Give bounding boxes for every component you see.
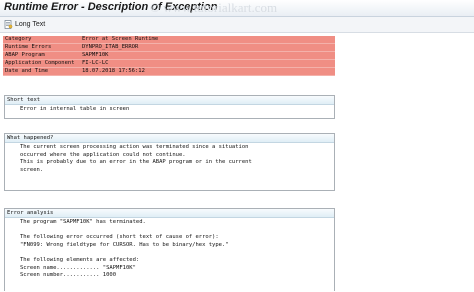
section-line: This is probably due to an error in the … <box>20 159 252 166</box>
title-bar: Runtime Error - Description of Exception… <box>0 0 474 17</box>
section-line: "FN099: Wrong fieldtype for CURSOR. Has … <box>20 241 229 248</box>
watermark: © www.tutorialkart.com <box>150 0 278 15</box>
section-line: screen. <box>20 166 44 173</box>
table-row: Category Error at Screen Runtime <box>3 36 335 44</box>
error-analysis-section: Error analysis The program "SAPMF10K" ha… <box>4 208 335 291</box>
long-text-icon <box>4 20 13 29</box>
table-row: Application Component FI-LC-LC <box>3 59 335 68</box>
header-label: ABAP Program <box>3 51 80 60</box>
header-value: 18.07.2018 17:56:12 <box>80 67 335 76</box>
table-row: Runtime Errors DYNPRO_ITAB_ERROR <box>3 43 335 52</box>
section-line: The program "SAPMF10K" has terminated. <box>20 219 146 225</box>
short-text-section: Short text Error in internal table in sc… <box>4 95 335 119</box>
long-text-button[interactable]: Long Text <box>4 18 45 31</box>
table-row: Date and Time 18.07.2018 17:56:12 <box>3 67 335 76</box>
header-value: DYNPRO_ITAB_ERROR <box>80 43 335 52</box>
section-line <box>20 249 332 257</box>
section-line: The following elements are affected: <box>20 256 140 263</box>
section-title: What happened? <box>5 134 334 143</box>
section-line <box>20 227 332 235</box>
section-line: Error in internal table in screen <box>20 106 130 112</box>
section-title: Short text <box>5 96 334 105</box>
table-row: ABAP Program SAPMF10K <box>3 51 335 60</box>
header-label: Category <box>3 36 80 44</box>
section-line: Screen number........... 1000 <box>20 272 117 279</box>
header-label: Runtime Errors <box>3 43 80 52</box>
header-label: Application Component <box>3 59 80 68</box>
section-line: The current screen processing action was… <box>20 144 249 150</box>
header-value: Error at Screen Runtime <box>80 36 335 44</box>
header-value: SAPMF10K <box>80 51 335 60</box>
header-label: Date and Time <box>3 67 80 76</box>
header-value: FI-LC-LC <box>80 59 335 68</box>
section-line: occurred where the application could not… <box>20 151 186 158</box>
what-happened-section: What happened? The current screen proces… <box>4 133 335 191</box>
section-line: Screen name............. "SAPMF10K" <box>20 264 136 271</box>
section-title: Error analysis <box>5 209 334 218</box>
section-line: The following error occurred (short text… <box>20 234 219 241</box>
long-text-label: Long Text <box>15 21 46 28</box>
toolbar: Long Text <box>0 17 474 33</box>
error-header-table: Category Error at Screen Runtime Runtime… <box>3 36 335 76</box>
